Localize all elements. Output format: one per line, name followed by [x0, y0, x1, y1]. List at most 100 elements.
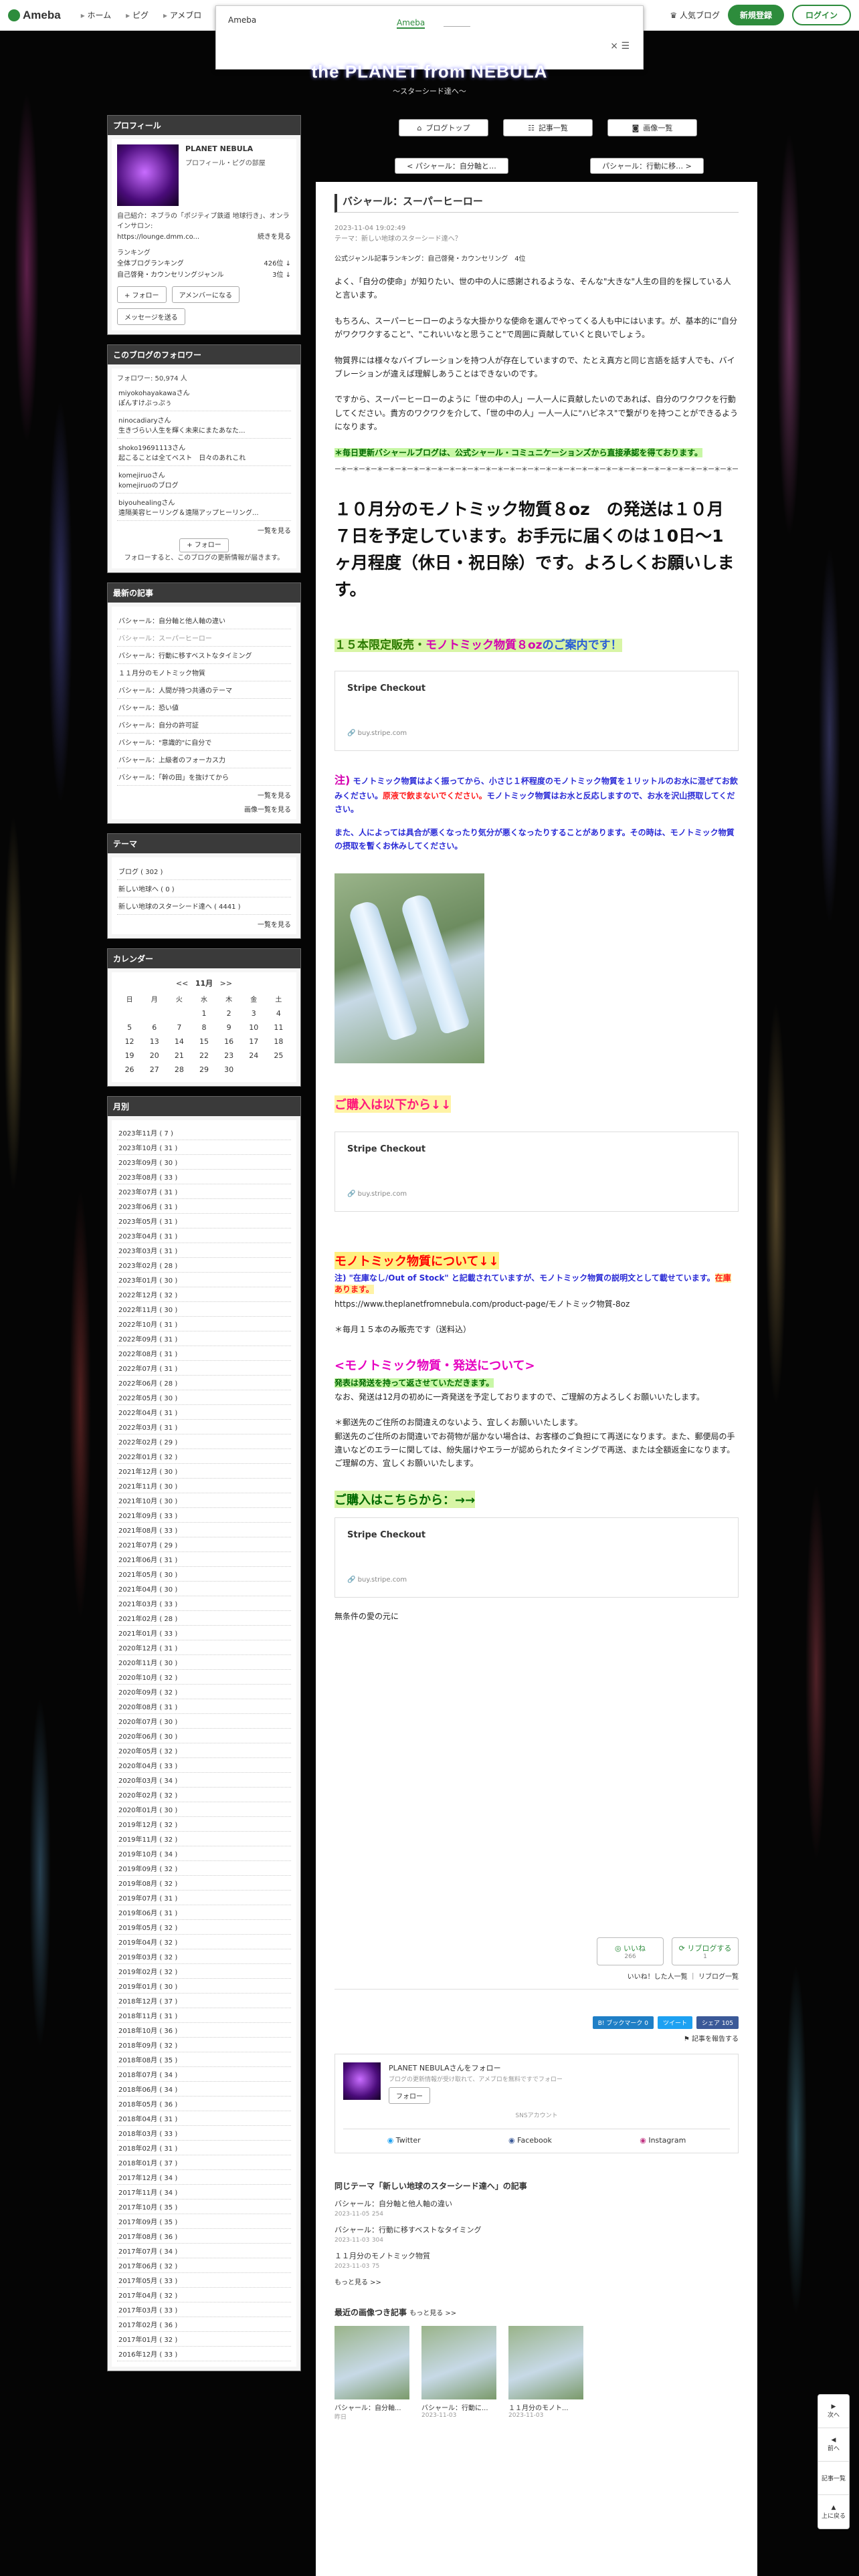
instagram-link[interactable]: ◉ Instagram: [640, 2136, 686, 2145]
recent-item[interactable]: バシャール：行動に移すベストなタイミング: [117, 647, 291, 664]
report-link[interactable]: ⚑ 記事を報告する: [335, 2033, 739, 2043]
back-to-top-button[interactable]: ▲ 上に戻る: [818, 2495, 849, 2529]
month-archive-item[interactable]: 2023年01月 ( 30 ): [117, 1273, 291, 1287]
prev-button[interactable]: ◀ 前へ: [818, 2428, 849, 2462]
reblog-button[interactable]: ⟳ リブログする 1: [672, 1937, 739, 1966]
month-archive-item[interactable]: 2021年01月 ( 33 ): [117, 1626, 291, 1640]
month-archive-item[interactable]: 2020年05月 ( 32 ): [117, 1743, 291, 1758]
month-archive-item[interactable]: 2023年04月 ( 31 ): [117, 1228, 291, 1243]
tweet-button[interactable]: ツイート: [657, 2016, 692, 2030]
month-archive-item[interactable]: 2019年06月 ( 31 ): [117, 1905, 291, 1920]
calendar-prev[interactable]: <<: [176, 979, 188, 988]
month-archive-item[interactable]: 2020年08月 ( 31 ): [117, 1699, 291, 1714]
month-archive-item[interactable]: 2017年02月 ( 36 ): [117, 2317, 291, 2332]
popup-tab[interactable]: Ameba: [397, 18, 425, 29]
popup-input-line[interactable]: [444, 26, 470, 27]
recent-item[interactable]: バシャール："意識的"に自分で: [117, 734, 291, 751]
month-archive-item[interactable]: 2021年08月 ( 33 ): [117, 1523, 291, 1537]
follow-button-2[interactable]: + フォロー: [179, 538, 229, 552]
calendar-day[interactable]: 1: [191, 1006, 216, 1021]
month-archive-item[interactable]: 2020年06月 ( 30 ): [117, 1729, 291, 1743]
bottles-photo[interactable]: [335, 873, 484, 1063]
month-archive-item[interactable]: 2018年02月 ( 31 ): [117, 2141, 291, 2155]
recent-item[interactable]: バシャール：上級者のフォーカス力: [117, 751, 291, 768]
month-archive-item[interactable]: 2023年02月 ( 28 ): [117, 1258, 291, 1273]
blog-top-button[interactable]: ⌂ ブログトップ: [399, 119, 488, 136]
month-archive-item[interactable]: 2020年02月 ( 32 ): [117, 1788, 291, 1802]
month-archive-item[interactable]: 2018年05月 ( 36 ): [117, 2097, 291, 2111]
avatar[interactable]: [117, 144, 179, 206]
follower-note[interactable]: 起こることは全てベスト 日々のあれこれ: [118, 452, 290, 462]
profile-name[interactable]: PLANET NEBULA: [185, 144, 266, 153]
image-entry[interactable]: バシャール：行動に... 2023-11-03: [421, 2326, 496, 2421]
recent-item[interactable]: バシャール：スーパーヒーロー: [117, 629, 291, 647]
related-item[interactable]: １１月分のモノトミック物質 2023-11-03 75: [335, 2250, 739, 2270]
entry-list-button[interactable]: ☷ 記事一覧: [503, 119, 593, 136]
follower-name[interactable]: ninocadiaryさん: [118, 415, 290, 425]
month-archive-item[interactable]: 2023年09月 ( 30 ): [117, 1155, 291, 1170]
month-archive-item[interactable]: 2020年11月 ( 30 ): [117, 1655, 291, 1670]
image-list-button[interactable]: ◙ 画像一覧: [607, 119, 697, 136]
like-button[interactable]: ◎ いいね 266: [597, 1937, 664, 1966]
month-archive-item[interactable]: 2017年03月 ( 33 ): [117, 2302, 291, 2317]
genre-ranking[interactable]: 公式ジャンル記事ランキング：自己啓発・カウンセリング 4位: [335, 253, 739, 263]
month-archive-item[interactable]: 2021年02月 ( 28 ): [117, 1611, 291, 1626]
month-archive-item[interactable]: 2022年10月 ( 31 ): [117, 1317, 291, 1331]
month-archive-item[interactable]: 2023年08月 ( 33 ): [117, 1170, 291, 1184]
profile-url[interactable]: https://lounge.dmm.co...: [117, 231, 199, 243]
month-archive-item[interactable]: 2019年05月 ( 32 ): [117, 1920, 291, 1935]
month-archive-item[interactable]: 2017年12月 ( 34 ): [117, 2170, 291, 2185]
month-archive-item[interactable]: 2017年01月 ( 32 ): [117, 2332, 291, 2347]
theme-item[interactable]: 新しい地球のスターシード達へ ( 4441 ): [117, 897, 291, 915]
month-archive-item[interactable]: 2022年08月 ( 31 ): [117, 1346, 291, 1361]
popup-close-icon[interactable]: × ☰: [610, 41, 630, 51]
month-archive-item[interactable]: 2022年12月 ( 32 ): [117, 1287, 291, 1302]
related-item[interactable]: バシャール：行動に移すベストなタイミング 2023-11-03 304: [335, 2224, 739, 2244]
month-archive-item[interactable]: 2023年11月 ( 7 ): [117, 1125, 291, 1140]
month-archive-item[interactable]: 2018年12月 ( 37 ): [117, 1994, 291, 2008]
follower-note[interactable]: 生きづらい人生を輝く未来にまたあなた...: [118, 425, 290, 435]
month-archive-item[interactable]: 2018年11月 ( 31 ): [117, 2008, 291, 2023]
follower-name[interactable]: miyokohayakawaさん: [118, 387, 290, 397]
themes-more-link[interactable]: 一覧を見る: [117, 915, 291, 929]
ameba-logo[interactable]: Ameba: [8, 9, 61, 22]
image-entry[interactable]: １１月分のモノト... 2023-11-03: [508, 2326, 583, 2421]
month-archive-item[interactable]: 2022年09月 ( 31 ): [117, 1331, 291, 1346]
profile-more-link[interactable]: 続きを見る: [258, 231, 291, 243]
recent-item[interactable]: バシャール：自分の許可証: [117, 716, 291, 734]
theme-item[interactable]: 新しい地球へ ( 0 ): [117, 880, 291, 897]
related-item[interactable]: バシャール：自分軸と他人軸の違い 2023-11-05 254: [335, 2198, 739, 2218]
month-archive-item[interactable]: 2017年08月 ( 36 ): [117, 2229, 291, 2244]
month-archive-item[interactable]: 2019年07月 ( 31 ): [117, 1891, 291, 1905]
follow-button[interactable]: + フォロー: [117, 286, 167, 303]
follow-box-button[interactable]: フォロー: [389, 2087, 430, 2105]
follower-note[interactable]: ぽんすけぶっぷぅ: [118, 397, 290, 407]
month-archive-item[interactable]: 2018年10月 ( 36 ): [117, 2023, 291, 2038]
month-archive-item[interactable]: 2022年07月 ( 31 ): [117, 1361, 291, 1376]
recent-item[interactable]: バシャール：人間が持つ共通のテーマ: [117, 681, 291, 699]
month-archive-item[interactable]: 2018年06月 ( 34 ): [117, 2082, 291, 2097]
calendar-day[interactable]: 3: [242, 1006, 266, 1021]
login-button[interactable]: ログイン: [791, 5, 851, 25]
month-archive-item[interactable]: 2022年05月 ( 30 ): [117, 1390, 291, 1405]
month-archive-item[interactable]: 2019年12月 ( 32 ): [117, 1817, 291, 1832]
month-archive-item[interactable]: 2019年04月 ( 32 ): [117, 1935, 291, 1949]
follower-name[interactable]: biyouhealingさん: [118, 497, 290, 507]
calendar-day[interactable]: 2: [217, 1006, 242, 1021]
image-entry[interactable]: バシャール：自分軸... 昨日: [335, 2326, 409, 2421]
prev-entry-button[interactable]: < パシャール：自分軸と…: [395, 158, 508, 174]
month-archive-item[interactable]: 2019年11月 ( 32 ): [117, 1832, 291, 1846]
profile-sub-link[interactable]: プロフィール・ピグの部屋: [185, 157, 266, 167]
calendar-day[interactable]: 4: [266, 1006, 291, 1021]
month-archive-item[interactable]: 2019年01月 ( 30 ): [117, 1979, 291, 1994]
follower-name[interactable]: komejiruoさん: [118, 469, 290, 479]
month-archive-item[interactable]: 2023年10月 ( 31 ): [117, 1140, 291, 1155]
entry-list-float-button[interactable]: 記事一覧: [818, 2462, 849, 2495]
month-archive-item[interactable]: 2022年11月 ( 30 ): [117, 1302, 291, 1317]
nav-home[interactable]: ホーム: [81, 9, 112, 21]
month-archive-item[interactable]: 2020年12月 ( 31 ): [117, 1640, 291, 1655]
stripe-checkout-card-3[interactable]: Stripe Checkout 🔗 buy.stripe.com: [335, 1517, 739, 1598]
month-archive-item[interactable]: 2018年07月 ( 34 ): [117, 2067, 291, 2082]
month-archive-item[interactable]: 2021年05月 ( 30 ): [117, 1567, 291, 1582]
month-archive-item[interactable]: 2019年10月 ( 34 ): [117, 1846, 291, 1861]
